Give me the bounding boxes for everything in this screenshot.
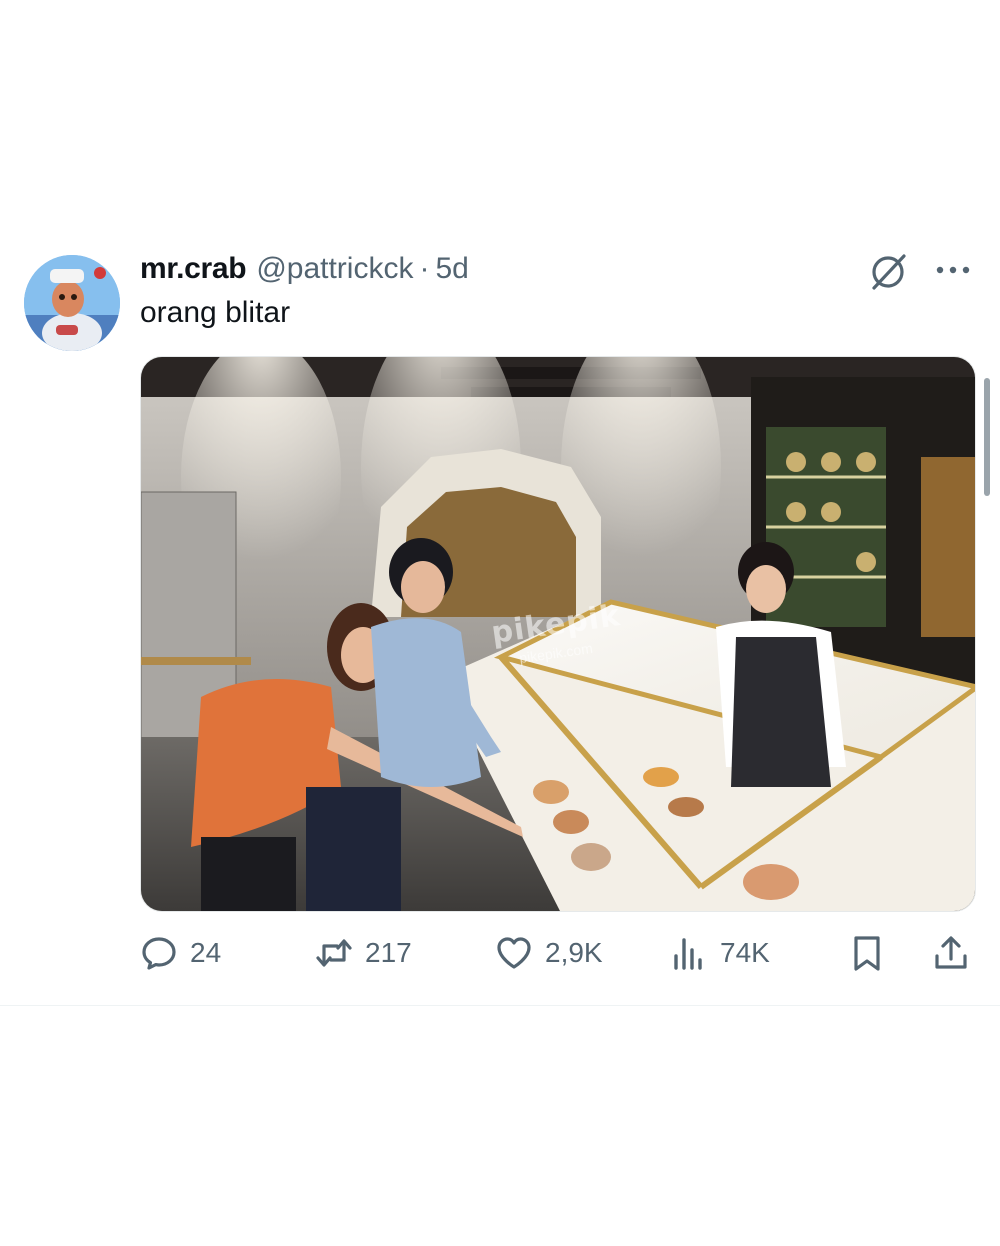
like-button[interactable]: 2,9K <box>495 930 603 976</box>
separator-dot: · <box>419 252 430 285</box>
bookmark-button[interactable] <box>848 930 886 976</box>
repost-count: 217 <box>365 937 412 968</box>
page: mr.crab @pattrickck · 5d orang blitar pi… <box>0 0 1000 1246</box>
tweet-media-image[interactable]: pikepik pikepik.com <box>140 356 976 912</box>
divider <box>0 1005 1000 1006</box>
reply-button[interactable]: 24 <box>140 930 221 976</box>
tweet-header: mr.crab @pattrickck · 5d <box>140 252 469 292</box>
grok-icon[interactable] <box>868 252 908 292</box>
bookmark-icon <box>854 936 880 971</box>
display-name[interactable]: mr.crab <box>140 252 247 286</box>
tweet-text: orang blitar <box>140 296 291 329</box>
avatar[interactable] <box>24 255 120 351</box>
tweet-actions: 24 217 2,9K 74K <box>140 930 976 976</box>
share-icon <box>935 936 967 969</box>
like-count: 2,9K <box>545 937 603 968</box>
repost-button[interactable]: 217 <box>315 930 412 976</box>
retweet-icon <box>316 939 352 967</box>
scrollbar[interactable] <box>984 378 990 496</box>
handle[interactable]: @pattrickck <box>256 252 413 286</box>
reply-count: 24 <box>190 937 222 968</box>
views-count: 74K <box>720 937 770 968</box>
reply-icon <box>142 937 176 970</box>
more-icon[interactable] <box>933 258 973 282</box>
views-button[interactable]: 74K <box>670 930 770 976</box>
views-icon <box>674 938 702 970</box>
timestamp[interactable]: 5d <box>435 252 468 286</box>
heart-icon <box>497 937 531 969</box>
share-button[interactable] <box>932 930 970 976</box>
